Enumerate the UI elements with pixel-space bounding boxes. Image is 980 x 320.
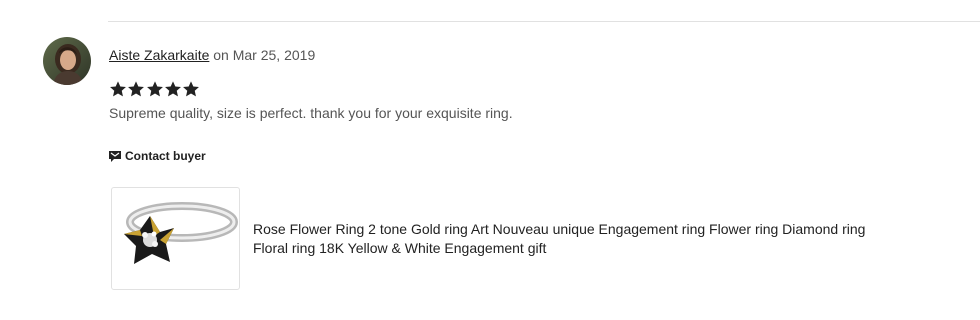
star-icon	[164, 81, 181, 97]
star-icon	[146, 81, 163, 97]
star-icon	[183, 81, 200, 97]
contact-buyer-button[interactable]: Contact buyer	[109, 149, 206, 163]
review-header: Aiste Zakarkaite on Mar 25, 2019	[109, 47, 315, 63]
reviewer-name-link[interactable]: Aiste Zakarkaite	[109, 47, 209, 63]
avatar-photo	[43, 37, 91, 85]
star-icon	[128, 81, 145, 97]
product-title-link[interactable]: Rose Flower Ring 2 tone Gold ring Art No…	[253, 220, 893, 258]
contact-buyer-label: Contact buyer	[125, 149, 206, 163]
ring-image	[124, 202, 238, 264]
message-flag-icon	[109, 150, 121, 162]
section-divider	[108, 21, 980, 22]
rating-stars	[109, 80, 200, 98]
product-thumbnail[interactable]	[111, 187, 240, 290]
star-icon	[110, 81, 126, 97]
review-date: on Mar 25, 2019	[213, 47, 316, 63]
reviewer-avatar[interactable]	[43, 37, 91, 85]
review-text: Supreme quality, size is perfect. thank …	[109, 105, 513, 121]
